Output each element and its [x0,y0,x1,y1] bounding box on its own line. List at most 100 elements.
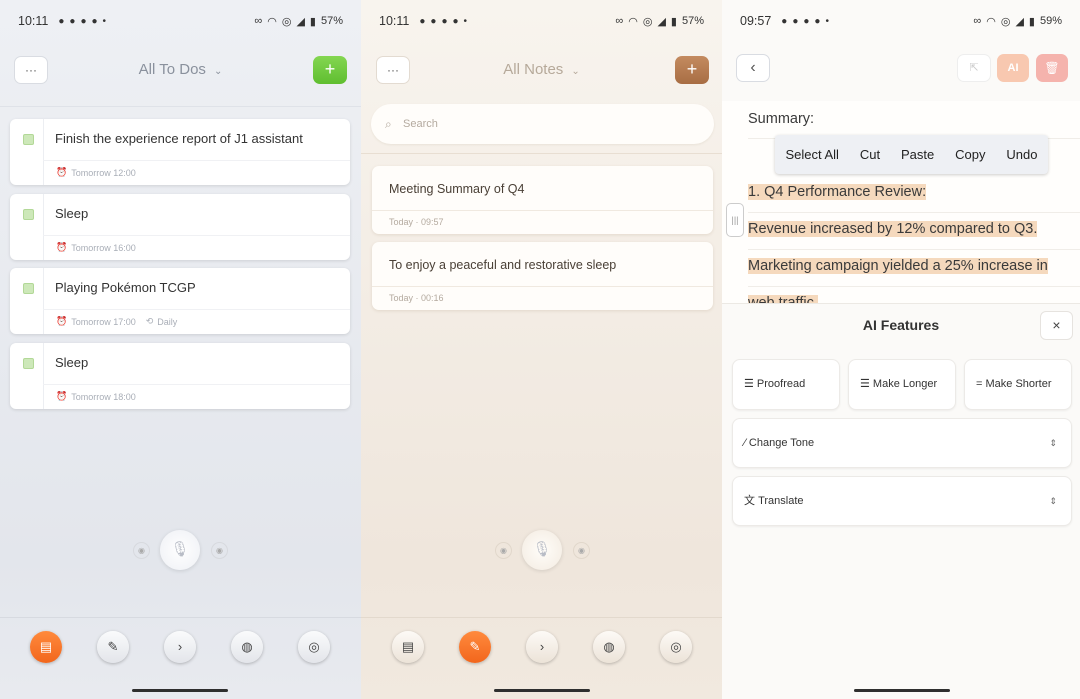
facebook-icon: ● [419,15,426,27]
translate-select[interactable]: 文 Translate ⇕ [732,476,1072,526]
todo-item[interactable]: Sleep ⏰ Tomorrow 18:00 [10,343,350,409]
microphone-icon[interactable]: 🎙 [522,530,562,570]
notes-screen: 10:11 ● ● ● ● • ∞ ◠ ◎ ◢ ▮ 57% ··· All Notes ⌄ + ⌕… [361,0,722,699]
note-line: Revenue increased by 12% compared to Q3. [748,214,1080,250]
facebook-icon: ● [58,15,65,27]
status-time: 10:11 [379,14,410,28]
reminder-time: Tomorrow 16:00 [71,242,136,253]
flow-icon[interactable]: › [526,631,558,663]
back-button[interactable]: ‹ [736,54,770,82]
microphone-icon[interactable]: 🎙 [160,530,200,570]
proofread-label: Proofread [756,378,806,390]
voice-input-bar: ◉ 🎙 ◉ [0,530,361,570]
signal-icon: ◢ [657,15,666,28]
note-item[interactable]: Meeting Summary of Q4 Today · 09:57 [372,166,713,234]
alarm-icon: ⏰ [56,316,68,326]
note-date: Today · 09:57 [389,217,444,227]
wifi-icon: ◠ [267,15,277,28]
home-indicator[interactable] [854,689,950,692]
camera-icon[interactable]: ◉ [573,542,590,559]
reminder-time: Tomorrow 12:00 [71,167,136,178]
ai-button[interactable]: AI [997,54,1029,82]
notification-icons: ● ● ● ● • [58,16,106,27]
page-title: All Notes [503,61,564,78]
link-icon: ∞ [973,15,982,27]
notes-icon[interactable]: ✎ [459,631,491,663]
wifi-icon: ◠ [986,15,996,28]
status-time: 10:11 [18,14,49,28]
list-title-dropdown[interactable]: All To Dos ⌄ [0,61,361,78]
repeat-label: Daily [157,316,178,327]
chevron-down-icon: ⌄ [571,66,580,77]
updown-chevron-icon: ⇕ [1049,496,1057,506]
note-title: Meeting Summary of Q4 [389,182,525,196]
make-shorter-button[interactable]: = Make Shorter [964,359,1072,410]
discover-icon[interactable]: ◎ [298,631,330,663]
note-line: Marketing campaign yielded a 25% increas… [748,251,1080,287]
battery-icon: ▮ [1028,15,1035,28]
checkbox[interactable] [23,358,34,369]
chat-icon[interactable]: ◍ [231,631,263,663]
todo-title: Sleep [55,206,89,221]
selected-text: web traffic. [748,295,818,303]
checkbox[interactable] [23,134,34,145]
divider [43,384,350,385]
note-editor[interactable]: Summary: 1. Q4 Performance Review: Reven… [722,101,1080,303]
proofread-button[interactable]: ☰ Proofread [732,359,840,410]
checkbox[interactable] [23,283,34,294]
status-bar: 10:11 ● ● ● ● • ∞ ◠ ◎ ◢ ▮ 57% [361,0,722,42]
signal-icon: ◢ [296,15,305,28]
select-all-button[interactable]: Select All [785,147,838,162]
todo-title: Playing Pokémon TCGP [55,280,196,295]
divider [43,119,44,185]
keyboard-icon[interactable]: ◉ [495,542,512,559]
todo-icon[interactable]: ▤ [30,631,62,663]
notes-icon[interactable]: ✎ [97,631,129,663]
notification-icons: ● ● ● ● • [419,16,467,27]
selected-text: 1. Q4 Performance Review: [748,184,927,200]
add-note-button[interactable]: + [675,56,709,84]
header: ··· All Notes ⌄ + [361,48,722,92]
reminder-time: Tomorrow 17:00 [71,316,136,327]
keyboard-icon[interactable]: ◉ [133,542,150,559]
bottom-nav: ▤ ✎ › ◍ ◎ [0,617,361,699]
home-indicator[interactable] [132,689,228,692]
proofread-icon: ☰ [744,378,757,390]
flow-icon[interactable]: › [164,631,196,663]
repeat-icon: ⟲ [145,316,154,326]
close-button[interactable]: × [1040,311,1073,340]
status-bar: 09:57 ● ● ● ● • ∞ ◠ ◎ ◢ ▮ 59% [722,0,1080,42]
change-tone-select[interactable]: ⁄ Change Tone ⇕ [732,418,1072,468]
note-item[interactable]: To enjoy a peaceful and restorative slee… [372,242,713,310]
add-todo-button[interactable]: + [313,56,347,84]
voice-input-bar: ◉ 🎙 ◉ [361,530,722,570]
system-icons: ∞ ◠ ◎ ◢ ▮ 59% [973,15,1062,28]
make-longer-button[interactable]: ☰ Make Longer [848,359,956,410]
hotspot-icon: ◎ [1000,15,1011,28]
discover-icon[interactable]: ◎ [660,631,692,663]
copy-button[interactable]: Copy [955,147,985,162]
search-input[interactable]: ⌕ Search [371,104,714,144]
notes-title-dropdown[interactable]: All Notes ⌄ [361,61,722,78]
translate-icon: 文 [744,495,759,507]
todo-item[interactable]: Playing Pokémon TCGP ⏰ Tomorrow 17:00 ⟲ Dai… [10,268,350,334]
cut-button[interactable]: Cut [860,147,880,162]
search-icon: ⌕ [385,117,392,131]
selected-text: Revenue increased by 12% compared to Q3. [748,221,1038,237]
share-icon[interactable]: ⇱ [957,54,991,82]
todo-item[interactable]: Finish the experience report of J1 assis… [10,119,350,185]
delete-icon[interactable]: 🗑 [1036,54,1068,82]
chat-icon[interactable]: ◍ [593,631,625,663]
camera-icon[interactable]: ◉ [211,542,228,559]
note-title: To enjoy a peaceful and restorative slee… [389,258,617,272]
undo-button[interactable]: Undo [1006,147,1037,162]
home-indicator[interactable] [494,689,590,692]
checkbox[interactable] [23,209,34,220]
battery-level: 57% [320,15,343,27]
alarm-icon: ⏰ [56,391,68,401]
scroll-handle[interactable]: ||| [726,203,744,237]
paste-button[interactable]: Paste [901,147,934,162]
todo-item[interactable]: Sleep ⏰ Tomorrow 16:00 [10,194,350,260]
note-line-text: Summary: [748,111,815,127]
todo-icon[interactable]: ▤ [392,631,424,663]
